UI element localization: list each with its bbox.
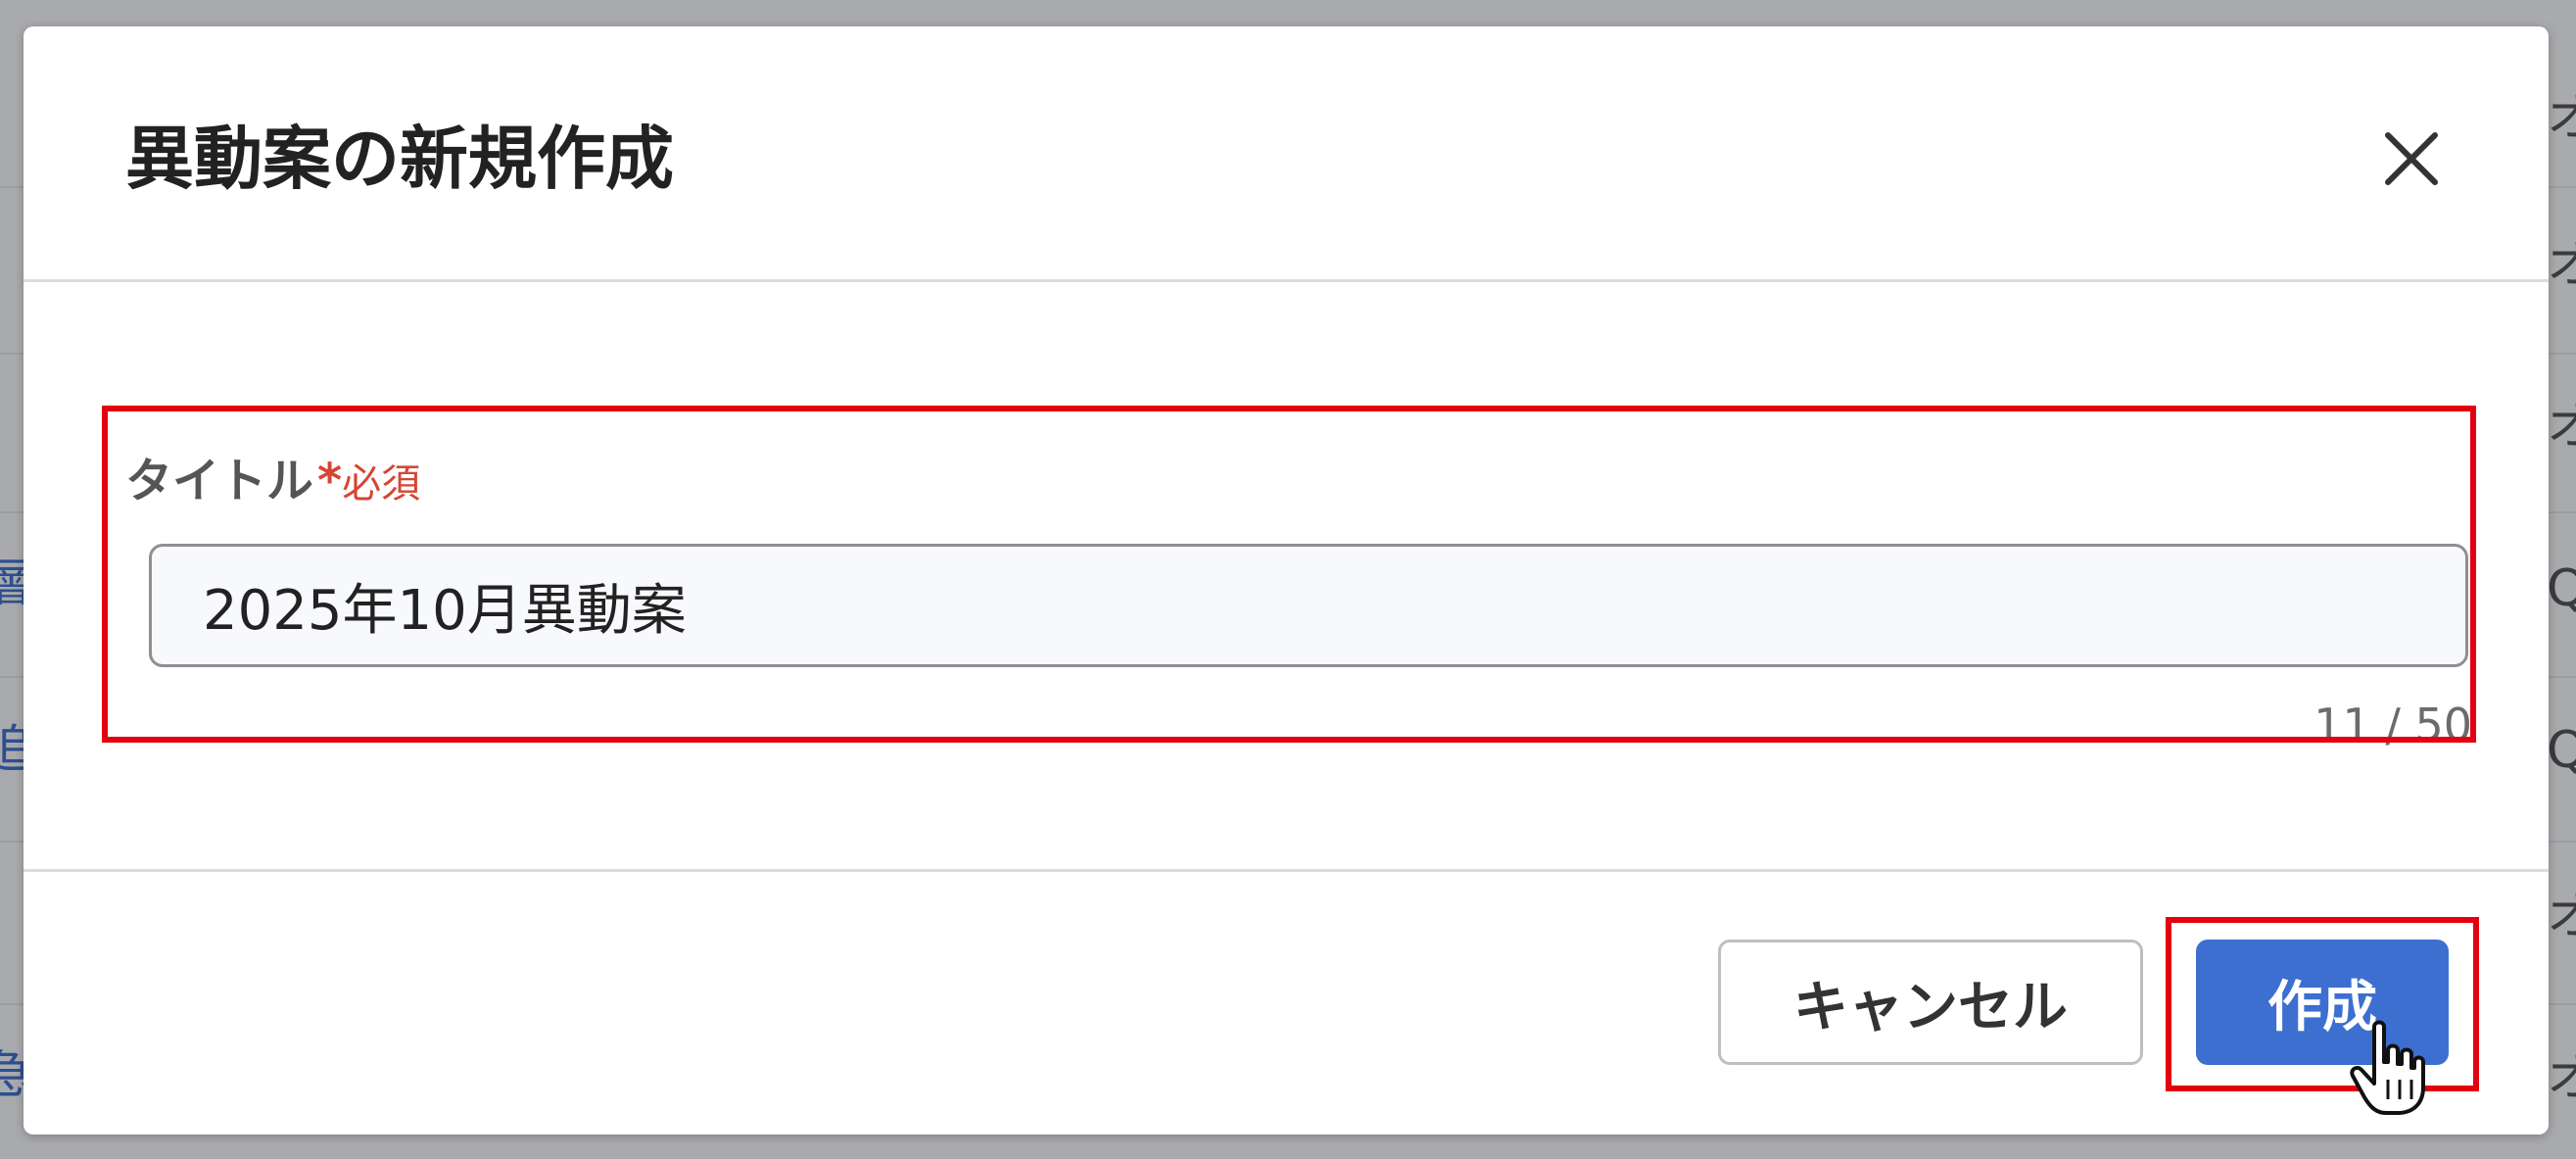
background-cell-text: オ bbox=[2547, 1049, 2576, 1108]
background-cell-text: オ bbox=[2547, 888, 2576, 946]
required-label: 必須 bbox=[342, 461, 421, 507]
title-label-text: タイトル bbox=[125, 454, 314, 508]
dialog-footer-divider bbox=[24, 869, 2549, 872]
character-counter: 11 / 50 bbox=[2314, 699, 2472, 751]
create-button[interactable]: 作成 bbox=[2196, 940, 2449, 1065]
required-asterisk: * bbox=[317, 454, 343, 508]
background-cell-text: オ bbox=[2547, 236, 2576, 295]
close-icon bbox=[2385, 132, 2438, 185]
dialog-title: 異動案の新規作成 bbox=[125, 119, 674, 199]
background-cell-text: オ bbox=[2547, 398, 2576, 457]
create-transfer-plan-dialog: 異動案の新規作成 タイトル*必須 11 / 50 キャンセル 作成 bbox=[24, 26, 2549, 1135]
background-cell-text: Q bbox=[2547, 721, 2576, 780]
title-input[interactable] bbox=[149, 544, 2468, 667]
dialog-header: 異動案の新規作成 bbox=[24, 26, 2549, 282]
background-cell-text: Q bbox=[2547, 559, 2576, 618]
close-button[interactable] bbox=[2362, 110, 2460, 208]
title-field-label: タイトル*必須 bbox=[125, 458, 420, 505]
background-cell-text: オ bbox=[2547, 89, 2576, 148]
cancel-button[interactable]: キャンセル bbox=[1718, 940, 2143, 1065]
